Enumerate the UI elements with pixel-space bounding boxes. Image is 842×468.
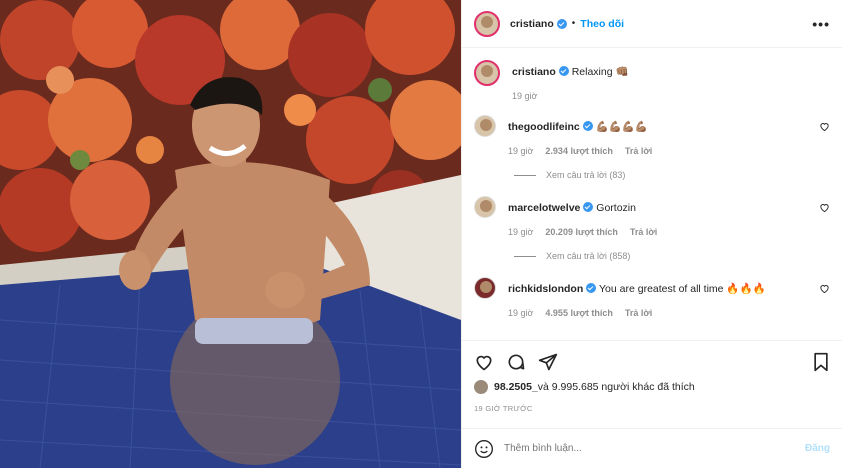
reply-button[interactable]: Trả lời bbox=[625, 146, 652, 156]
bookmark-icon[interactable] bbox=[812, 352, 830, 372]
likes-summary[interactable]: 98.2505_ và 9.995.685 người khác đã thíc… bbox=[474, 380, 695, 394]
replies-divider bbox=[514, 255, 536, 257]
commenter-username[interactable]: marcelotwelve bbox=[508, 202, 580, 214]
add-comment-bar: Đăng bbox=[462, 428, 842, 468]
commenter-avatar[interactable] bbox=[474, 196, 496, 218]
post-sidebar: cristiano • Theo dõi ••• cristiano Relax… bbox=[461, 0, 842, 468]
comment-text: You are greatest of all time 🔥🔥🔥 bbox=[599, 283, 766, 295]
comment-likes[interactable]: 2.934 lượt thích bbox=[545, 146, 612, 156]
comment-text: Gortozin bbox=[596, 202, 636, 214]
liker-username[interactable]: 98.2505_ bbox=[494, 381, 538, 393]
replies-divider bbox=[514, 174, 536, 176]
likes-count-text: và 9.995.685 người khác đã thích bbox=[537, 381, 695, 393]
commenter-avatar[interactable] bbox=[474, 277, 496, 299]
share-icon[interactable] bbox=[538, 352, 558, 372]
comment-text: 💪🏽💪🏽💪🏽💪🏽 bbox=[595, 121, 648, 133]
comment-input[interactable] bbox=[504, 443, 805, 454]
liker-avatar bbox=[474, 380, 488, 394]
post-image bbox=[0, 0, 461, 468]
verified-icon bbox=[583, 202, 594, 212]
like-comment-heart-icon[interactable] bbox=[819, 202, 830, 213]
like-heart-icon[interactable] bbox=[474, 352, 494, 372]
comment-item: marcelotwelve Gortozin 19 giờ 20.209 lượ… bbox=[474, 196, 830, 237]
comment-likes[interactable]: 4.955 lượt thích bbox=[545, 308, 612, 318]
emoji-icon[interactable] bbox=[474, 439, 494, 459]
author-username[interactable]: cristiano bbox=[510, 18, 554, 30]
verified-icon bbox=[556, 18, 567, 29]
separator-dot: • bbox=[571, 18, 576, 29]
comment-time[interactable]: 19 giờ bbox=[508, 308, 533, 318]
caption-username[interactable]: cristiano bbox=[512, 66, 556, 78]
post-comment-button[interactable]: Đăng bbox=[805, 443, 830, 454]
comment-item: richkidslondon You are greatest of all t… bbox=[474, 277, 830, 318]
post-time: 19 GIỜ TRƯỚC bbox=[474, 404, 533, 413]
caption-time: 19 giờ bbox=[512, 91, 538, 101]
comment-icon[interactable] bbox=[506, 352, 526, 372]
verified-icon bbox=[586, 283, 597, 293]
comment-time[interactable]: 19 giờ bbox=[508, 146, 533, 156]
comment-likes[interactable]: 20.209 lượt thích bbox=[545, 227, 617, 237]
comments-list[interactable]: cristiano Relaxing 👊🏽 19 giờ thegoodlife… bbox=[462, 48, 842, 340]
caption-text: Relaxing 👊🏽 bbox=[571, 66, 629, 78]
post-header: cristiano • Theo dõi ••• bbox=[462, 0, 842, 48]
more-options-icon[interactable]: ••• bbox=[812, 16, 830, 32]
post-photo[interactable] bbox=[0, 0, 461, 468]
view-replies-label: Xem câu trả lời (858) bbox=[546, 251, 631, 261]
comment-item: thegoodlifeinc 💪🏽💪🏽💪🏽💪🏽 19 giờ 2.934 lượ… bbox=[474, 115, 830, 156]
caption: cristiano Relaxing 👊🏽 19 giờ bbox=[474, 60, 830, 101]
commenter-username[interactable]: richkidslondon bbox=[508, 283, 583, 295]
verified-icon bbox=[558, 66, 569, 76]
commenter-username[interactable]: thegoodlifeinc bbox=[508, 121, 580, 133]
follow-button[interactable]: Theo dõi bbox=[580, 18, 624, 30]
caption-avatar[interactable] bbox=[474, 60, 500, 86]
action-bar bbox=[462, 340, 842, 376]
like-comment-heart-icon[interactable] bbox=[819, 283, 830, 294]
like-comment-heart-icon[interactable] bbox=[819, 121, 830, 132]
verified-icon bbox=[582, 121, 593, 131]
view-replies-label: Xem câu trả lời (83) bbox=[546, 170, 626, 180]
comment-time[interactable]: 19 giờ bbox=[508, 227, 533, 237]
reply-button[interactable]: Trả lời bbox=[630, 227, 657, 237]
commenter-avatar[interactable] bbox=[474, 115, 496, 137]
reply-button[interactable]: Trả lời bbox=[625, 308, 652, 318]
view-replies-button[interactable]: Xem câu trả lời (83) bbox=[514, 170, 830, 180]
author-avatar[interactable] bbox=[474, 10, 500, 37]
view-replies-button[interactable]: Xem câu trả lời (858) bbox=[514, 251, 830, 261]
